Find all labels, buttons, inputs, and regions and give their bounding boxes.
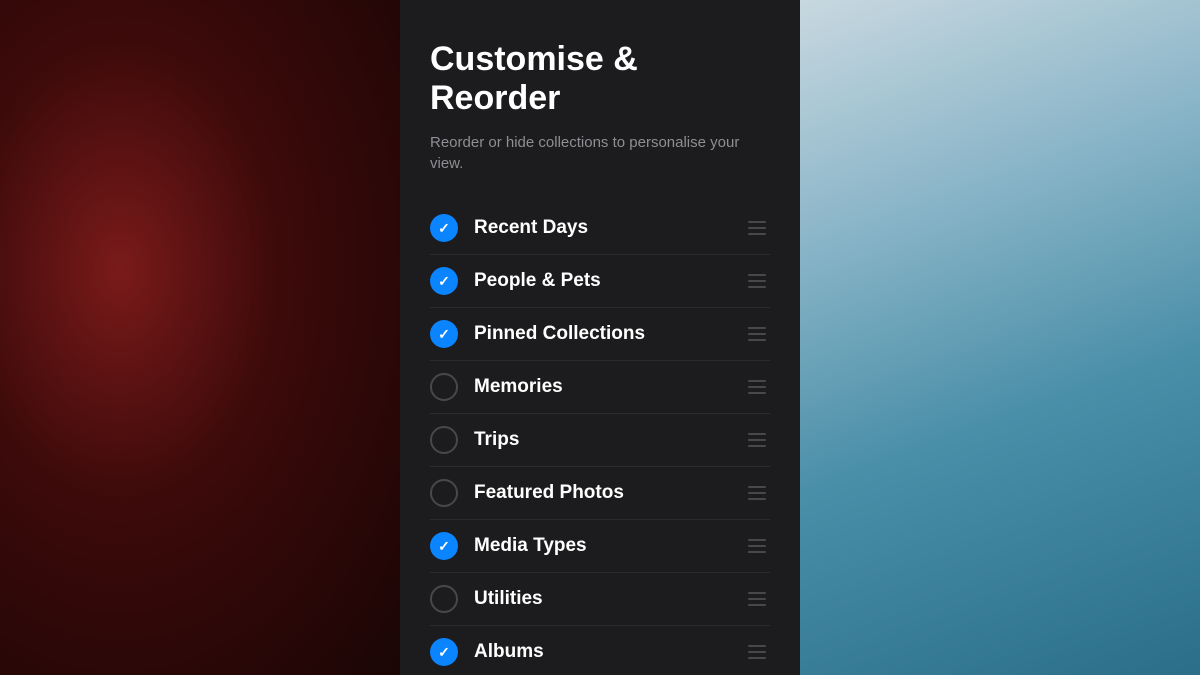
- drag-handle-line: [748, 392, 766, 394]
- drag-handle-line: [748, 286, 766, 288]
- list-item-trips[interactable]: Trips: [430, 414, 770, 467]
- drag-handle-line: [748, 445, 766, 447]
- drag-handle-line: [748, 221, 766, 223]
- drag-handle-line: [748, 486, 766, 488]
- right-background: [800, 0, 1200, 675]
- drag-handle-line: [748, 598, 766, 600]
- left-background: [0, 0, 400, 675]
- panel-subtitle: Reorder or hide collections to personali…: [430, 132, 770, 174]
- list-item-albums[interactable]: ✓ Albums: [430, 626, 770, 675]
- checkmark-icon: ✓: [438, 221, 450, 235]
- list-item-featured-photos[interactable]: Featured Photos: [430, 467, 770, 520]
- checkmark-icon: ✓: [438, 539, 450, 553]
- drag-handle-people-pets[interactable]: [744, 270, 770, 292]
- item-label-media-types: Media Types: [474, 535, 744, 557]
- customise-reorder-panel: Customise &Reorder Reorder or hide colle…: [400, 0, 800, 675]
- drag-handle-line: [748, 280, 766, 282]
- list-item-utilities[interactable]: Utilities: [430, 573, 770, 626]
- checkbox-media-types[interactable]: ✓: [430, 532, 458, 560]
- drag-handle-media-types[interactable]: [744, 535, 770, 557]
- drag-handle-line: [748, 645, 766, 647]
- drag-handle-line: [748, 233, 766, 235]
- drag-handle-trips[interactable]: [744, 429, 770, 451]
- item-label-memories: Memories: [474, 376, 744, 398]
- list-item-media-types[interactable]: ✓ Media Types: [430, 520, 770, 573]
- drag-handle-line: [748, 545, 766, 547]
- drag-handle-featured-photos[interactable]: [744, 482, 770, 504]
- checkmark-icon: ✓: [438, 274, 450, 288]
- item-label-recent-days: Recent Days: [474, 217, 744, 239]
- checkbox-recent-days[interactable]: ✓: [430, 214, 458, 242]
- item-label-trips: Trips: [474, 429, 744, 451]
- checkbox-pinned-collections[interactable]: ✓: [430, 320, 458, 348]
- item-label-pinned-collections: Pinned Collections: [474, 323, 744, 345]
- list-item-pinned-collections[interactable]: ✓ Pinned Collections: [430, 308, 770, 361]
- drag-handle-line: [748, 657, 766, 659]
- checkbox-albums[interactable]: ✓: [430, 638, 458, 666]
- drag-handle-line: [748, 274, 766, 276]
- drag-handle-line: [748, 604, 766, 606]
- drag-handle-line: [748, 551, 766, 553]
- checkbox-people-pets[interactable]: ✓: [430, 267, 458, 295]
- panel-title: Customise &Reorder: [430, 40, 770, 118]
- drag-handle-line: [748, 386, 766, 388]
- checkmark-icon: ✓: [438, 327, 450, 341]
- checkbox-utilities[interactable]: [430, 585, 458, 613]
- list-item-memories[interactable]: Memories: [430, 361, 770, 414]
- drag-handle-line: [748, 498, 766, 500]
- item-label-albums: Albums: [474, 641, 744, 663]
- drag-handle-albums[interactable]: [744, 641, 770, 663]
- drag-handle-line: [748, 651, 766, 653]
- drag-handle-pinned-collections[interactable]: [744, 323, 770, 345]
- checkbox-memories[interactable]: [430, 373, 458, 401]
- item-label-featured-photos: Featured Photos: [474, 482, 744, 504]
- drag-handle-memories[interactable]: [744, 376, 770, 398]
- list-item-recent-days[interactable]: ✓ Recent Days: [430, 202, 770, 255]
- drag-handle-line: [748, 227, 766, 229]
- drag-handle-line: [748, 339, 766, 341]
- checkmark-icon: ✓: [438, 645, 450, 659]
- items-list: ✓ Recent Days ✓ People & Pets ✓ Pinned Collec…: [430, 202, 770, 675]
- drag-handle-line: [748, 333, 766, 335]
- drag-handle-line: [748, 327, 766, 329]
- list-item-people-pets[interactable]: ✓ People & Pets: [430, 255, 770, 308]
- drag-handle-line: [748, 492, 766, 494]
- drag-handle-line: [748, 592, 766, 594]
- drag-handle-utilities[interactable]: [744, 588, 770, 610]
- drag-handle-line: [748, 433, 766, 435]
- item-label-people-pets: People & Pets: [474, 270, 744, 292]
- item-label-utilities: Utilities: [474, 588, 744, 610]
- drag-handle-line: [748, 380, 766, 382]
- drag-handle-line: [748, 439, 766, 441]
- checkbox-featured-photos[interactable]: [430, 479, 458, 507]
- checkbox-trips[interactable]: [430, 426, 458, 454]
- drag-handle-line: [748, 539, 766, 541]
- drag-handle-recent-days[interactable]: [744, 217, 770, 239]
